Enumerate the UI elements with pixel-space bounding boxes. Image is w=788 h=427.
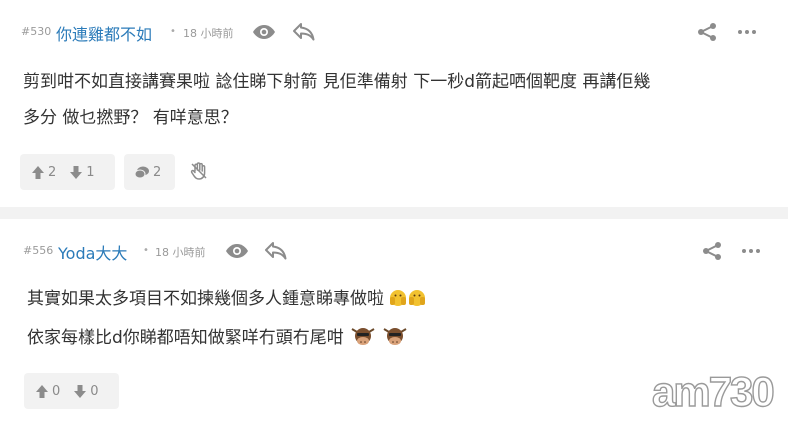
eye-icon[interactable] [252,22,276,42]
comment-line: 其實如果太多項目不如揀幾個多人鍾意睇專做啦 [27,281,427,320]
chat-bubble-icon [135,166,149,178]
comment-body: 剪到咁不如直接講賽果啦 諗住睇下射箭 見佢準備射 下一秒d箭起哂個靶度 再講佢幾… [23,64,650,136]
upvote-button[interactable]: 2 [32,165,56,180]
comment-line: 多分 做乜撚野？ 有咩意思？ [23,108,238,128]
thumbs-down-icon [74,384,87,398]
comment-530: #530 你連雞都不如 • 18 小時前 剪到咁不如直接講賽果啦 諗住睇下射箭 … [0,0,788,207]
comment-time: 18 小時前 [183,27,234,40]
comment-number: #530 [21,25,52,38]
comment-divider [0,207,788,219]
am730-watermark-logo: am730 am730 [650,366,778,418]
reply-arrow-icon[interactable] [292,22,316,42]
more-dots-icon[interactable] [741,241,761,261]
more-dots-icon[interactable] [737,22,757,42]
comment-number: #556 [23,244,54,257]
replies-button[interactable]: 2 [124,154,175,190]
downvote-count: 1 [86,164,95,180]
hands-over-face-emoji-icon [389,284,427,320]
svg-text:am730: am730 [652,368,773,414]
vote-buttons: 0 0 [24,373,119,409]
comment-line: 依家每樣比d你睇都唔知做緊咩冇頭冇尾咁 [27,320,427,361]
thumbs-up-icon [32,165,44,179]
hand-icon[interactable] [190,162,208,180]
upvote-count: 0 [52,383,61,399]
upvote-count: 2 [48,164,57,180]
comment-header: #530 你連雞都不如 • 18 小時前 [0,0,788,64]
replies-count: 2 [153,164,162,180]
upvote-button[interactable]: 0 [36,384,60,399]
comment-author[interactable]: 你連雞都不如 [56,21,152,45]
comment-author[interactable]: Yoda大大 [58,240,127,264]
eye-icon[interactable] [225,241,249,261]
share-icon[interactable] [696,22,718,42]
cow-head-emoji-icon [349,324,411,361]
vote-buttons: 2 1 [20,154,115,190]
comment-header: #556 Yoda大大 • 18 小時前 [0,219,788,283]
downvote-count: 0 [90,383,99,399]
thumbs-down-icon [70,165,83,179]
downvote-button[interactable]: 0 [74,383,99,399]
separator-dot: • [143,245,149,256]
thumbs-up-icon [36,384,48,398]
comment-time: 18 小時前 [155,246,206,259]
reply-arrow-icon[interactable] [264,241,288,261]
separator-dot: • [170,26,176,37]
share-icon[interactable] [701,241,723,261]
comment-line: 剪到咁不如直接講賽果啦 諗住睇下射箭 見佢準備射 下一秒d箭起哂個靶度 再講佢幾 [23,72,651,92]
downvote-button[interactable]: 1 [70,164,95,180]
comment-body: 其實如果太多項目不如揀幾個多人鍾意睇專做啦 依家每樣比d你睇都唔知做緊咩冇頭冇尾… [27,281,427,361]
